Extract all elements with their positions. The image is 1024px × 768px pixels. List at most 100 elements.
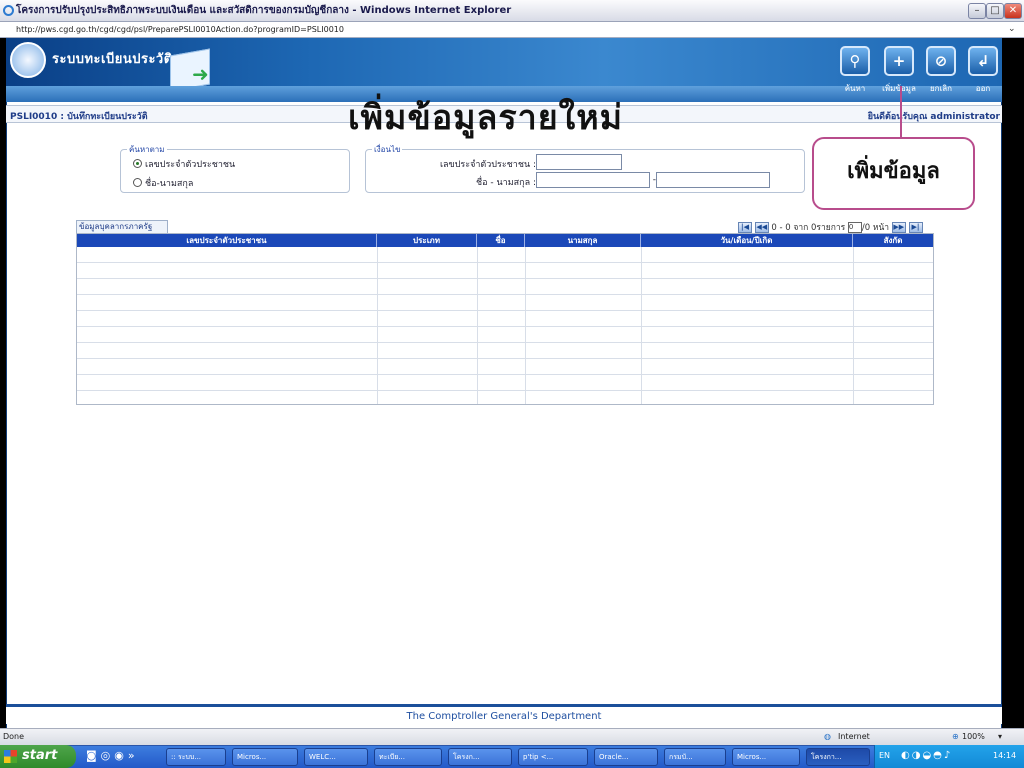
minimize-button[interactable]: – xyxy=(968,3,986,19)
table-row[interactable] xyxy=(77,295,933,311)
exit-button[interactable]: ↲ xyxy=(968,46,998,76)
column-header-type[interactable]: ประเภท xyxy=(377,234,477,247)
name-label: ชื่อ - นามสกุล : xyxy=(476,178,536,188)
exit-icon: ↲ xyxy=(976,52,990,70)
window-title: โครงการปรับปรุงประสิทธิภาพระบบเงินเดือน … xyxy=(16,5,512,16)
search-by-legend: ค้นหาตาม xyxy=(129,145,165,154)
welcome-text: ยินดีต้อนรับคุณ administrator xyxy=(867,112,1000,122)
radio-id-number-label: เลขประจำตัวประชาชน xyxy=(145,160,236,170)
table-row[interactable] xyxy=(77,375,933,391)
table-row[interactable] xyxy=(77,359,933,375)
table-row[interactable] xyxy=(77,279,933,295)
zone-text: Internet xyxy=(838,732,870,741)
cancel-icon: ⊘ xyxy=(934,52,948,70)
column-header-birthdate[interactable]: วัน/เดือน/ปีเกิด xyxy=(641,234,853,247)
table-row[interactable] xyxy=(77,311,933,327)
grid-column-line xyxy=(853,247,854,404)
grid-header: เลขประจำตัวประชาชน ประเภท ชื่อ นามสกุล ว… xyxy=(77,234,933,247)
taskbar-item-label: WELC... xyxy=(309,753,336,761)
quicklaunch-icons[interactable]: ◙◎◉» xyxy=(86,749,139,762)
column-header-lastname[interactable]: นามสกุล xyxy=(525,234,641,247)
next-page-icon[interactable]: ▶▶ xyxy=(891,222,906,233)
add-button[interactable]: + xyxy=(884,46,914,76)
taskbar-item[interactable]: :: ระบบ... xyxy=(166,748,226,766)
taskbar-item-label: p'tip <... xyxy=(523,753,554,761)
taskbar-item-label: โครงกา... xyxy=(811,753,842,761)
taskbar-item-label: โครงก... xyxy=(453,753,480,761)
program-title: PSLI0010 : บันทึกทะเบียนประวัติ xyxy=(10,112,148,122)
taskbar-item-label: Micros... xyxy=(237,753,267,761)
search-icon: ⚲ xyxy=(849,52,861,70)
search-button[interactable]: ⚲ xyxy=(840,46,870,76)
taskbar-item-label: กรมบั... xyxy=(669,753,693,761)
maximize-button[interactable]: □ xyxy=(986,3,1004,19)
cgd-logo-icon xyxy=(10,42,46,78)
last-page-icon[interactable]: ▶| xyxy=(908,222,923,233)
exit-button-label: ออก xyxy=(975,84,991,93)
close-button[interactable]: ✕ xyxy=(1004,3,1022,19)
table-row[interactable] xyxy=(77,247,933,263)
column-header-id[interactable]: เลขประจำตัวประชาชน xyxy=(77,234,377,247)
first-page-icon[interactable]: |◀ xyxy=(738,222,752,233)
address-bar[interactable]: http://pws.cgd.go.th/cgd/cgd/psl/Prepare… xyxy=(0,22,1024,38)
callout-text: เพิ่มข้อมูล xyxy=(847,159,940,184)
add-button-label: เพิ่มข้อมูล xyxy=(882,84,916,93)
column-header-firstname[interactable]: ชื่อ xyxy=(477,234,525,247)
taskbar-item[interactable]: Micros... xyxy=(232,748,298,766)
id-number-label: เลขประจำตัวประชาชน : xyxy=(439,160,536,170)
taskbar-item[interactable]: ทะเบีย... xyxy=(374,748,442,766)
grid-tab[interactable]: ข้อมูลบุคลากรภาครัฐ xyxy=(76,220,168,233)
zoom-level[interactable]: 100% xyxy=(962,729,985,745)
callout-pointer xyxy=(900,86,902,138)
page-input[interactable]: 0 xyxy=(847,222,862,233)
taskbar-item-active[interactable]: โครงกา... xyxy=(806,748,870,766)
table-row[interactable] xyxy=(77,343,933,359)
column-header-agency[interactable]: สังกัด xyxy=(853,234,933,247)
radio-checked-icon xyxy=(133,159,142,168)
id-number-input[interactable] xyxy=(536,154,622,170)
taskbar-item[interactable]: WELC... xyxy=(304,748,368,766)
ie-icon xyxy=(3,5,14,16)
grid-pager: |◀ ◀◀ 0 - 0 จาก 0รายการ 0/0 หน้า ▶▶ ▶| xyxy=(738,220,923,233)
grid-column-line xyxy=(477,247,478,404)
windows-logo-icon xyxy=(4,750,17,763)
taskbar-item[interactable]: Micros... xyxy=(732,748,800,766)
zoom-dropdown-icon[interactable]: ▾ xyxy=(998,729,1002,745)
radio-unchecked-icon xyxy=(133,178,142,187)
taskbar-item-label: Oracle... xyxy=(599,753,629,761)
tray-icons[interactable]: ◐◑◒◓♪ xyxy=(901,745,952,767)
conditions-legend: เงื่อนไข xyxy=(374,145,401,154)
footer-text: The Comptroller General's Department xyxy=(406,711,602,722)
table-row[interactable] xyxy=(77,263,933,279)
status-text: Done xyxy=(3,732,25,741)
window-titlebar: โครงการปรับปรุงประสิทธิภาพระบบเงินเดือน … xyxy=(0,0,1024,22)
language-indicator[interactable]: EN xyxy=(879,745,890,767)
last-name-input[interactable] xyxy=(656,172,770,188)
cancel-button[interactable]: ⊘ xyxy=(926,46,956,76)
first-name-input[interactable] xyxy=(536,172,650,188)
taskbar-item[interactable]: กรมบั... xyxy=(664,748,726,766)
plus-icon: + xyxy=(892,52,906,70)
radio-name[interactable]: ชื่อ-นามสกุล xyxy=(133,176,193,190)
globe-icon: ◍ xyxy=(824,732,831,741)
grid-column-line xyxy=(525,247,526,404)
taskbar-item[interactable]: p'tip <... xyxy=(518,748,588,766)
address-url: http://pws.cgd.go.th/cgd/cgd/psl/Prepare… xyxy=(16,25,344,34)
zoom-icon: ⊕ xyxy=(952,732,959,741)
callout-box: เพิ่มข้อมูล xyxy=(812,137,975,210)
grid-column-line xyxy=(377,247,378,404)
table-row[interactable] xyxy=(77,327,933,343)
system-tray: EN ◐◑◒◓♪ 14:14 xyxy=(874,745,1024,768)
page-footer: The Comptroller General's Department xyxy=(6,704,1002,724)
taskbar xyxy=(0,745,1024,768)
start-button[interactable]: start xyxy=(0,745,76,768)
cancel-button-label: ยกเลิก xyxy=(929,84,952,93)
pager-summary: 0 - 0 จาก 0รายการ xyxy=(771,223,846,233)
taskbar-item[interactable]: Oracle... xyxy=(594,748,658,766)
radio-id-number[interactable]: เลขประจำตัวประชาชน xyxy=(133,157,235,171)
search-button-label: ค้นหา xyxy=(844,84,866,93)
prev-page-icon[interactable]: ◀◀ xyxy=(754,222,769,233)
address-dropdown-icon[interactable]: ⌄ xyxy=(1008,24,1016,34)
taskbar-item[interactable]: โครงก... xyxy=(448,748,512,766)
grid-column-line xyxy=(641,247,642,404)
